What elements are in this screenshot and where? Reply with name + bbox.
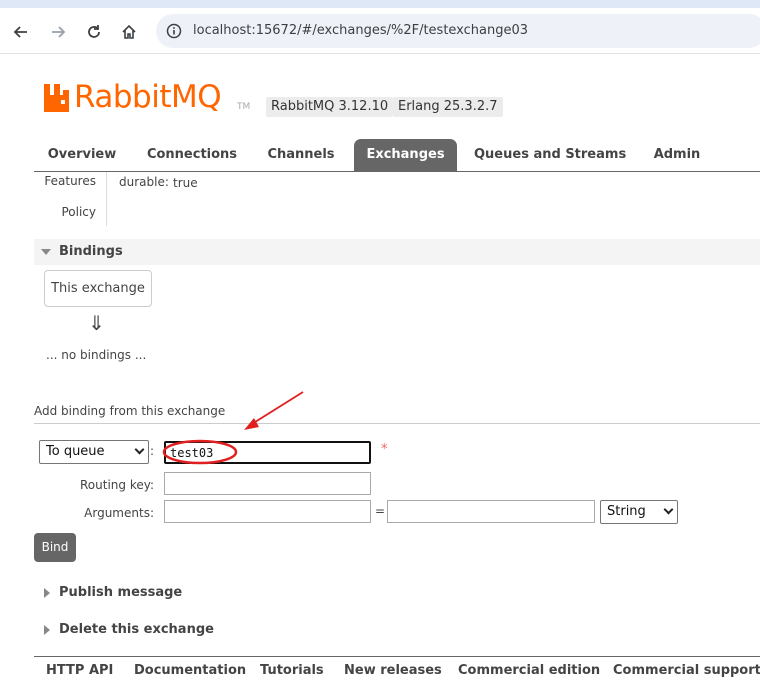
main-navigation-tabs: Overview Connections Channels Exchanges … — [34, 139, 760, 172]
collapse-triangle-icon — [41, 249, 51, 255]
tab-overview[interactable]: Overview — [44, 139, 120, 171]
logo-text: RabbitMQ — [74, 79, 222, 115]
delete-exchange-section-header[interactable]: Delete this exchange — [34, 617, 760, 643]
argument-type-value: String — [607, 504, 646, 519]
logo-trademark: TM — [237, 102, 251, 112]
features-value: true — [173, 176, 198, 190]
address-bar[interactable]: localhost:15672/#/exchanges/%2F/testexch… — [156, 14, 760, 48]
delete-exchange-title: Delete this exchange — [59, 622, 214, 637]
browser-tab-strip — [0, 0, 760, 8]
destination-type-value: To queue — [46, 444, 105, 459]
tab-channels[interactable]: Channels — [262, 139, 340, 171]
argument-key-input[interactable] — [164, 500, 371, 523]
publish-message-title: Publish message — [59, 585, 183, 600]
arguments-label: Arguments: — [84, 506, 154, 520]
rabbitmq-version-badge: RabbitMQ 3.12.10 — [266, 97, 394, 117]
forward-arrow-icon[interactable] — [46, 20, 70, 44]
bindings-section-header[interactable]: Bindings — [34, 239, 760, 265]
tab-exchanges[interactable]: Exchanges — [354, 139, 457, 171]
footer-link-http-api[interactable]: HTTP API — [46, 663, 113, 678]
reload-icon[interactable] — [82, 20, 106, 44]
tab-admin[interactable]: Admin — [646, 139, 708, 171]
tab-queues-and-streams[interactable]: Queues and Streams — [474, 139, 626, 171]
url-text[interactable]: localhost:15672/#/exchanges/%2F/testexch… — [193, 23, 528, 38]
add-binding-title: Add binding from this exchange — [34, 404, 760, 424]
rabbit-logo-icon — [44, 84, 69, 112]
tab-connections[interactable]: Connections — [144, 139, 240, 171]
properties-divider — [106, 172, 107, 226]
equals-sign: = — [375, 504, 386, 518]
bindings-title: Bindings — [59, 244, 123, 259]
expand-triangle-icon — [44, 588, 50, 598]
back-arrow-icon[interactable] — [9, 20, 33, 44]
policy-label: Policy — [61, 205, 96, 219]
destination-queue-input[interactable]: test03 — [164, 441, 371, 464]
home-icon[interactable] — [117, 20, 141, 44]
argument-type-select[interactable]: String — [600, 500, 678, 524]
bind-button[interactable]: Bind — [34, 533, 76, 562]
features-label: Features — [44, 174, 96, 188]
required-asterisk: * — [381, 442, 388, 457]
footer: HTTP API Documentation Tutorials New rel… — [34, 656, 760, 696]
footer-link-commercial-edition[interactable]: Commercial edition — [458, 663, 600, 678]
footer-link-tutorials[interactable]: Tutorials — [260, 663, 324, 678]
routing-key-label: Routing key: — [80, 478, 154, 492]
chevron-down-icon — [134, 444, 145, 455]
destination-type-select[interactable]: To queue — [39, 440, 149, 464]
footer-link-commercial-support[interactable]: Commercial support — [613, 663, 760, 678]
expand-triangle-icon — [44, 625, 50, 635]
publish-message-section-header[interactable]: Publish message — [34, 580, 760, 606]
footer-link-documentation[interactable]: Documentation — [134, 663, 246, 678]
rabbitmq-logo[interactable]: RabbitMQ TM — [44, 79, 254, 116]
browser-toolbar: localhost:15672/#/exchanges/%2F/testexch… — [0, 0, 760, 54]
no-bindings-text: ... no bindings ... — [46, 348, 147, 362]
footer-link-new-releases[interactable]: New releases — [344, 663, 442, 678]
down-double-arrow-icon: ⇓ — [88, 311, 105, 335]
destination-colon: : — [150, 444, 155, 458]
routing-key-input[interactable] — [164, 472, 371, 495]
argument-value-input[interactable] — [387, 500, 595, 523]
erlang-version-badge: Erlang 25.3.2.7 — [393, 97, 503, 117]
site-info-icon[interactable] — [166, 23, 182, 43]
chevron-down-icon — [663, 504, 674, 515]
features-key: durable: — [119, 175, 169, 189]
this-exchange-box: This exchange — [44, 270, 152, 307]
